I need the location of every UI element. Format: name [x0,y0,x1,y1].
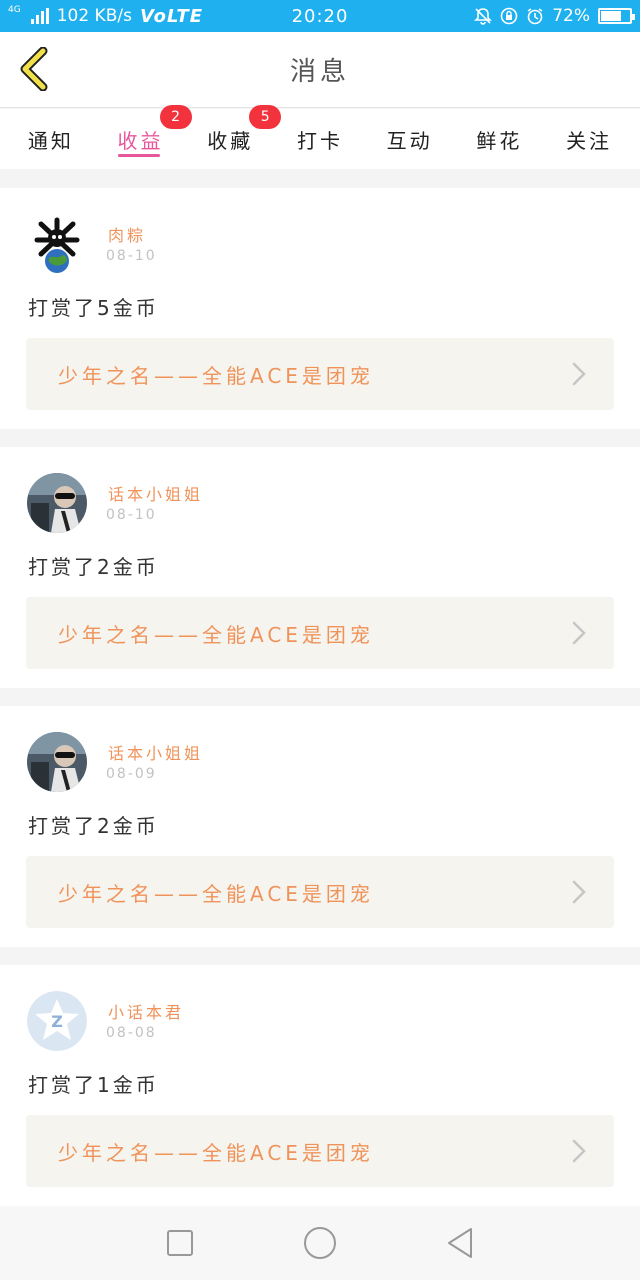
back-nav-button[interactable] [440,1223,480,1263]
message-card: Z 小话本君 08-08 打赏了1金币 少年之名——全能ACE是团宠 [0,965,640,1206]
tab-label: 互动 [386,128,433,153]
tab-label: 通知 [27,128,74,153]
tab-earnings[interactable]: 收益 2 [114,105,192,169]
triangle-back-icon [448,1228,472,1258]
work-title: 少年之名——全能ACE是团宠 [58,1140,374,1165]
user-name[interactable]: 话本小姐姐 [108,481,203,505]
tab-following[interactable]: 关注 [562,109,616,169]
photo-avatar[interactable] [27,732,87,792]
work-link[interactable]: 少年之名——全能ACE是团宠 [26,338,614,410]
signal-icon [30,8,49,24]
clock: 20:20 [291,5,349,27]
photo-avatar[interactable] [27,473,87,533]
chevron-right-icon [572,1139,586,1163]
page-title: 消息 [289,57,350,87]
svg-text:Z: Z [51,1012,63,1031]
message-time: 08-09 [106,766,157,782]
message-list: 肉粽 08-10 打赏了5金币 少年之名——全能ACE是团宠 话本小姐姐 08-… [0,188,640,1224]
tab-label: 收益 [117,128,164,153]
work-link[interactable]: 少年之名——全能ACE是团宠 [26,1115,614,1187]
work-title: 少年之名——全能ACE是团宠 [58,622,374,647]
rotation-lock-icon [500,7,518,25]
message-time: 08-10 [106,248,157,264]
recents-button[interactable] [160,1223,200,1263]
message-time: 08-08 [106,1025,157,1041]
status-bar: 4G 102 KB/s VoLTE 20:20 72% [0,0,640,32]
battery-percent: 72% [552,6,590,26]
chevron-right-icon [572,621,586,645]
default-avatar[interactable]: Z [27,991,87,1051]
user-name[interactable]: 小话本君 [108,999,184,1023]
message-time: 08-10 [106,507,157,523]
square-icon [167,1230,193,1256]
back-button[interactable] [14,46,54,92]
skull-avatar[interactable] [27,214,87,274]
message-text: 打赏了1金币 [28,1073,159,1097]
status-right: 72% [474,6,635,26]
alarm-icon [526,7,544,25]
tab-label: 鲜花 [476,128,523,153]
unread-badge: 2 [159,105,192,129]
bell-mute-icon [474,7,493,25]
work-link[interactable]: 少年之名——全能ACE是团宠 [26,856,614,928]
message-text: 打赏了5金币 [28,296,159,320]
network-speed: 102 KB/s [56,6,132,26]
message-tabs: 通知 收益 2 收藏 5 打卡 互动 鲜花 关注 [0,105,640,169]
message-text: 打赏了2金币 [28,814,159,838]
chevron-left-icon [20,47,48,91]
work-link[interactable]: 少年之名——全能ACE是团宠 [26,597,614,669]
network-type: 4G [8,4,21,15]
status-left: 4G 102 KB/s VoLTE [8,4,204,27]
system-nav-bar [0,1206,640,1280]
volte-label: VoLTE [139,5,204,27]
header: 消息 [0,32,640,108]
tab-label: 关注 [566,128,613,153]
tab-checkin[interactable]: 打卡 [293,109,347,169]
tab-label: 打卡 [296,128,343,153]
tab-notifications[interactable]: 通知 [24,109,78,169]
unread-badge: 5 [249,105,282,129]
message-card: 肉粽 08-10 打赏了5金币 少年之名——全能ACE是团宠 [0,188,640,429]
message-card: 话本小姐姐 08-10 打赏了2金币 少年之名——全能ACE是团宠 [0,447,640,688]
circle-icon [304,1227,336,1259]
home-button[interactable] [300,1223,340,1263]
tab-interactions[interactable]: 互动 [383,109,437,169]
tab-favorites[interactable]: 收藏 5 [203,105,282,169]
message-text: 打赏了2金币 [28,555,159,579]
battery-icon [598,8,635,24]
user-name[interactable]: 话本小姐姐 [108,740,203,764]
work-title: 少年之名——全能ACE是团宠 [58,881,374,906]
chevron-right-icon [572,362,586,386]
chevron-right-icon [572,880,586,904]
user-name[interactable]: 肉粽 [108,222,146,246]
tab-flowers[interactable]: 鲜花 [472,109,526,169]
work-title: 少年之名——全能ACE是团宠 [58,363,374,388]
message-card: 话本小姐姐 08-09 打赏了2金币 少年之名——全能ACE是团宠 [0,706,640,947]
tab-label: 收藏 [207,128,254,153]
